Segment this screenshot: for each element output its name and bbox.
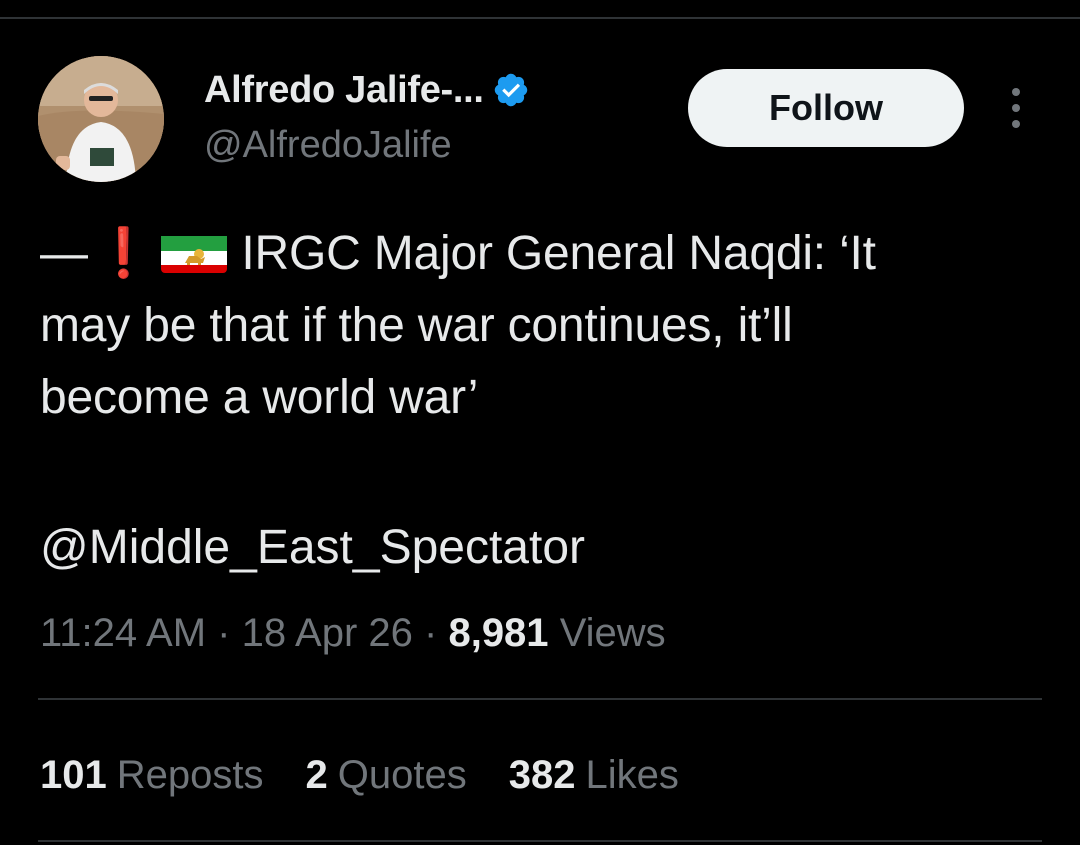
meta-separator: · bbox=[424, 611, 438, 655]
tweet-line-2: may be that if the war continues, it’ll bbox=[40, 299, 793, 352]
follow-button[interactable]: Follow bbox=[688, 69, 964, 147]
views-label: Views bbox=[559, 611, 666, 655]
likes-label: Likes bbox=[585, 753, 679, 797]
exclamation-icon: ❗ bbox=[93, 227, 154, 280]
avatar-image bbox=[38, 56, 164, 182]
top-divider bbox=[0, 17, 1080, 19]
author-display-name[interactable]: Alfredo Jalife-... bbox=[204, 69, 484, 112]
mentioned-handle-link[interactable]: @Middle_East_Spectator bbox=[40, 512, 585, 584]
author-name-row[interactable]: Alfredo Jalife-... bbox=[204, 68, 530, 112]
quotes-label: Quotes bbox=[337, 753, 467, 797]
more-dot bbox=[1012, 104, 1020, 112]
likes-stat[interactable]: 382 Likes bbox=[509, 748, 679, 802]
iran-lion-and-sun-flag-icon bbox=[161, 229, 228, 273]
meta-separator: · bbox=[217, 611, 231, 655]
views-count: 8,981 bbox=[448, 611, 549, 655]
likes-count: 382 bbox=[508, 753, 576, 797]
tweet-prefix-dash: — bbox=[40, 227, 88, 280]
verified-badge-icon bbox=[492, 71, 530, 109]
stats-divider-top bbox=[38, 698, 1042, 700]
tweet-text: — ❗ IRGC Major General Naqdi: ‘It may be t… bbox=[40, 218, 1040, 434]
stats-divider-bottom bbox=[38, 840, 1042, 842]
engagement-stats: 101 Reposts 2 Quotes 382 Likes bbox=[40, 748, 721, 802]
avatar[interactable] bbox=[38, 56, 164, 182]
reposts-count: 101 bbox=[40, 753, 107, 797]
tweet-meta: 11:24 AM · 18 Apr 26 · 8,981 Views bbox=[40, 606, 666, 660]
more-options-icon[interactable] bbox=[1000, 84, 1032, 132]
tweet-line-3: become a world war’ bbox=[40, 371, 479, 424]
tweet-time[interactable]: 11:24 AM bbox=[40, 611, 206, 655]
tweet-date[interactable]: 18 Apr 26 bbox=[242, 611, 413, 655]
quotes-count: 2 bbox=[305, 753, 328, 797]
quotes-stat[interactable]: 2 Quotes bbox=[306, 748, 467, 802]
reposts-label: Reposts bbox=[116, 753, 264, 797]
more-dot bbox=[1012, 88, 1020, 96]
tweet-line-1: — ❗ IRGC Major General Naqdi: ‘It bbox=[40, 218, 1040, 290]
author-handle[interactable]: @AlfredoJalife bbox=[204, 124, 452, 167]
tweet-line-1-text: IRGC Major General Naqdi: ‘It bbox=[241, 227, 876, 280]
reposts-stat[interactable]: 101 Reposts bbox=[40, 748, 264, 802]
more-dot bbox=[1012, 120, 1020, 128]
